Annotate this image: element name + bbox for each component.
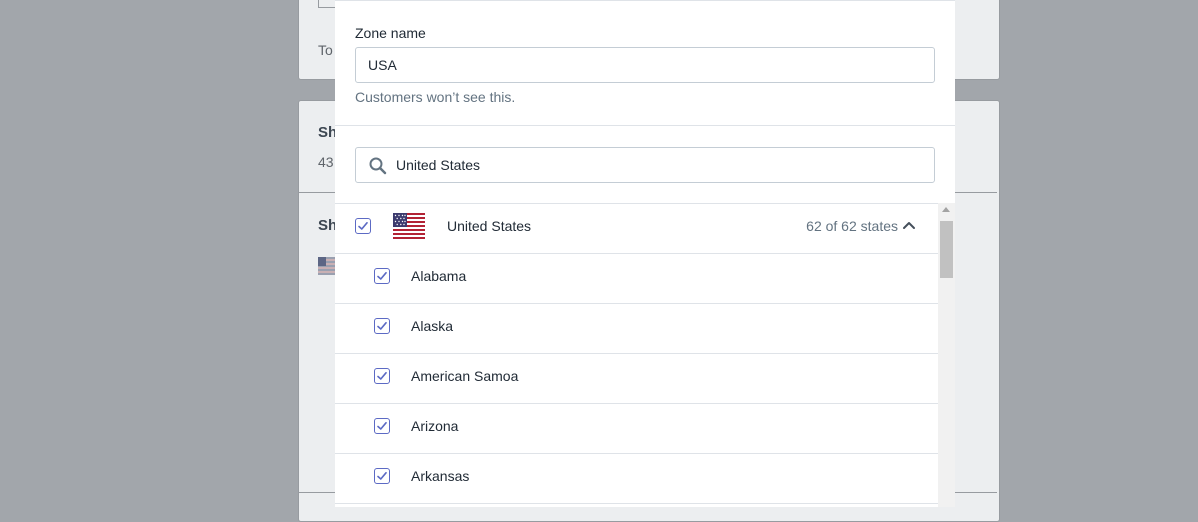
state-name: American Samoa [411,368,519,384]
country-row-united-states[interactable]: United States 62 of 62 states [335,204,938,254]
state-name: Alabama [411,268,467,284]
list-scrollbar[interactable] [938,203,955,507]
state-name: Arkansas [411,468,470,484]
state-row[interactable]: American Samoa [335,354,938,404]
shipping-zone-modal: Zone name USA Customers won’t see this. … [335,0,955,507]
chevron-up-icon[interactable] [902,218,916,232]
background-card-text: To [318,42,333,58]
selected-states-count: 62 of 62 states [806,218,898,234]
country-search-input[interactable]: United States [355,147,935,183]
zone-name-input[interactable]: USA [355,47,935,83]
zone-name-section: Zone name USA Customers won’t see this. [335,0,955,126]
state-checkbox[interactable] [374,268,390,284]
search-icon [369,157,387,175]
checkmark-icon [377,272,387,280]
country-checkbox[interactable] [355,218,371,234]
state-checkbox[interactable] [374,368,390,384]
state-row[interactable]: Arkansas [335,454,938,504]
state-name: Arizona [411,418,459,434]
state-row[interactable]: Alabama [335,254,938,304]
state-name: Alaska [411,318,454,334]
country-name: United States [447,218,532,234]
state-checkbox[interactable] [374,418,390,434]
checkmark-icon [377,322,387,330]
checkmark-icon [377,422,387,430]
checkmark-icon [358,222,368,230]
country-list: United States 62 of 62 states Alabama Al… [335,203,938,507]
checkmark-icon [377,472,387,480]
state-checkbox[interactable] [374,468,390,484]
state-row[interactable]: Arizona [335,404,938,454]
us-flag-icon [393,213,425,239]
state-row[interactable]: Alaska [335,304,938,354]
scrollbar-thumb[interactable] [940,221,953,278]
search-value: United States [396,157,481,173]
zone-name-label: Zone name [355,25,426,41]
scroll-up-arrow-icon[interactable] [942,207,950,212]
checkmark-icon [377,372,387,380]
us-flag-icon [318,257,336,275]
background-card-subtitle: 43 [318,154,334,170]
state-checkbox[interactable] [374,318,390,334]
zone-name-help-text: Customers won’t see this. [355,89,516,105]
